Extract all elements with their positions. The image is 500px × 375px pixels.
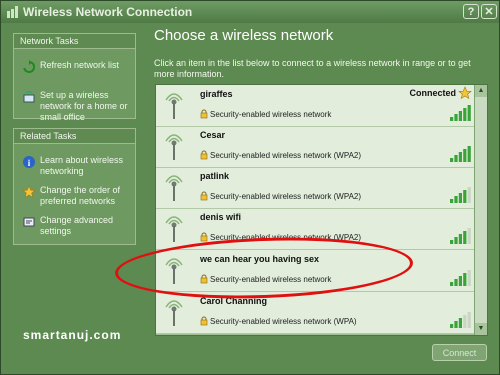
network-list[interactable]: Carol Channing Security-enabled wireless …	[155, 84, 488, 336]
network-tasks-header: Network Tasks	[14, 34, 135, 49]
related-tasks-panel: Related Tasks i Learn about wireless net…	[13, 128, 136, 245]
watermark-text: smartanuj.com	[23, 328, 122, 342]
signal-bar	[450, 199, 454, 203]
network-row[interactable]: patlink Security-enabled wireless network…	[156, 167, 476, 209]
signal-bar	[458, 193, 462, 203]
signal-bar	[463, 108, 467, 121]
preferred-star-icon	[458, 86, 472, 100]
signal-bar	[450, 158, 454, 162]
scroll-down-arrow-icon[interactable]: ▼	[475, 323, 487, 335]
network-tasks-panel: Network Tasks Refresh network list Set u…	[13, 33, 136, 122]
lock-icon	[200, 150, 208, 160]
signal-strength-icon	[450, 270, 471, 286]
window-title: Wireless Network Connection	[23, 5, 193, 19]
signal-bar	[458, 276, 462, 286]
security-label: Security-enabled wireless network (WPA)	[210, 317, 357, 326]
network-row[interactable]: Carol Channing Security-enabled wireless …	[156, 292, 476, 334]
signal-bar	[463, 190, 467, 203]
lock-icon	[200, 316, 208, 326]
signal-bar	[467, 187, 471, 203]
advanced-settings-label: Change advanced settings	[40, 215, 114, 236]
signal-strength-icon	[450, 187, 471, 203]
signal-bar	[467, 146, 471, 162]
lock-icon	[200, 191, 208, 201]
signal-bar	[450, 324, 454, 328]
security-label: Security-enabled wireless network	[210, 110, 332, 119]
wireless-antenna-icon	[165, 93, 183, 119]
signal-bar	[458, 152, 462, 162]
lock-icon	[200, 109, 208, 119]
page-title: Choose a wireless network	[154, 27, 334, 44]
signal-strength-icon	[450, 228, 471, 244]
learn-wireless-label: Learn about wireless networking	[40, 155, 124, 176]
signal-bar	[450, 240, 454, 244]
signal-strength-icon	[450, 105, 471, 121]
signal-bar	[454, 237, 458, 244]
network-list-scrollbar[interactable]: ▲ ▼	[474, 85, 487, 335]
network-name: giraffes	[200, 89, 233, 99]
lock-icon	[200, 232, 208, 242]
signal-bar	[450, 117, 454, 121]
setup-wireless-label: Set up a wireless network for a home or …	[40, 90, 128, 122]
signal-bar	[467, 105, 471, 121]
wireless-antenna-icon	[165, 300, 183, 326]
security-label: Security-enabled wireless network (WPA2)	[210, 151, 362, 160]
page-description: Click an item in the list below to conne…	[154, 58, 471, 79]
signal-bar	[463, 231, 467, 244]
signal-bar	[454, 279, 458, 286]
signal-bar	[467, 270, 471, 286]
wireless-antenna-icon	[165, 175, 183, 201]
close-button[interactable]: ✕	[481, 4, 497, 19]
wireless-antenna-icon	[165, 134, 183, 160]
wireless-antenna-icon	[165, 216, 183, 242]
settings-icon	[23, 217, 35, 227]
signal-bar	[454, 155, 458, 162]
signal-bar	[454, 114, 458, 121]
network-name: Cesar	[200, 130, 226, 140]
signal-bar	[467, 312, 471, 328]
signal-bar	[450, 282, 454, 286]
refresh-network-list-label: Refresh network list	[40, 60, 120, 70]
signal-bar	[454, 196, 458, 203]
wireless-network-window: Wireless Network Connection ? ✕ Network …	[0, 0, 500, 375]
network-row[interactable]: giraffes Security-enabled wireless networ…	[156, 85, 476, 127]
setup-wireless-icon	[23, 90, 35, 103]
refresh-icon	[23, 60, 36, 73]
signal-bar	[463, 315, 467, 328]
info-icon: i	[23, 156, 35, 168]
wireless-app-icon	[7, 6, 18, 18]
network-name: patlink	[200, 171, 230, 181]
network-name: denis wifi	[200, 212, 242, 222]
signal-bar	[458, 318, 462, 328]
signal-bar	[458, 234, 462, 244]
related-tasks-header: Related Tasks	[14, 129, 135, 144]
signal-bar	[467, 228, 471, 244]
security-label: Security-enabled wireless network (WPA2)	[210, 192, 362, 201]
star-icon	[22, 185, 36, 199]
signal-strength-icon	[450, 146, 471, 162]
connect-button[interactable]: Connect	[432, 344, 487, 361]
title-bar: Wireless Network Connection ? ✕	[1, 1, 499, 23]
signal-bar	[454, 321, 458, 328]
signal-bar	[463, 273, 467, 286]
change-order-label: Change the order of preferred networks	[40, 185, 121, 206]
scroll-up-arrow-icon[interactable]: ▲	[475, 85, 487, 97]
connected-status: Connected	[409, 88, 456, 98]
signal-bar	[463, 149, 467, 162]
signal-bar	[458, 111, 462, 121]
network-row[interactable]: Cesar Security-enabled wireless network (…	[156, 126, 476, 168]
help-button[interactable]: ?	[463, 4, 479, 19]
signal-strength-icon	[450, 312, 471, 328]
